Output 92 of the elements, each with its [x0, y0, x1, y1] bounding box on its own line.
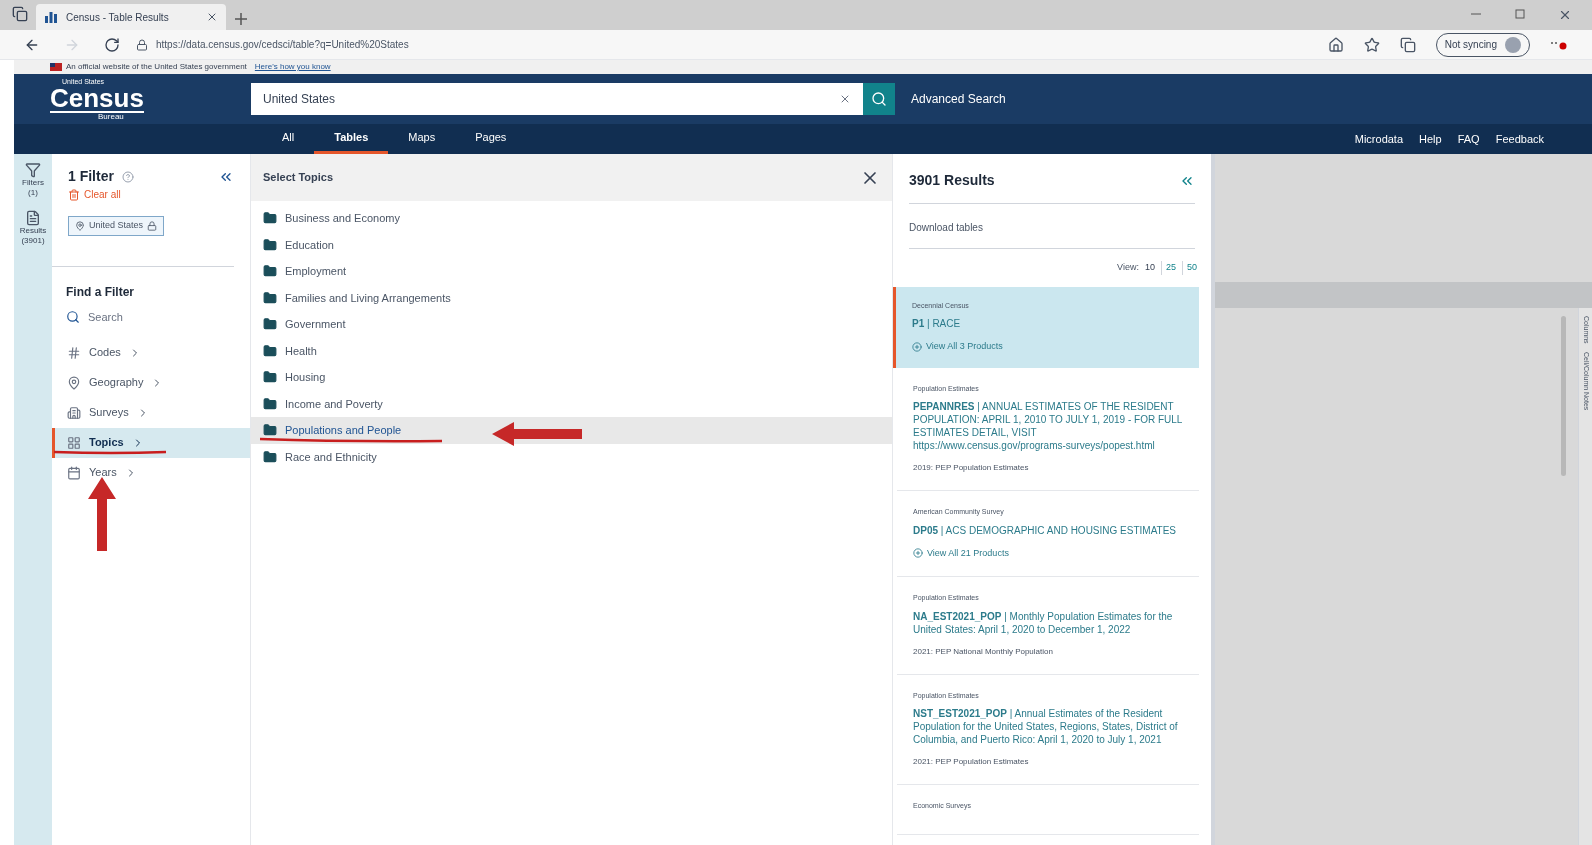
pin-icon	[75, 221, 85, 231]
panel-title: Select Topics	[263, 170, 334, 186]
grid-icon	[67, 435, 81, 450]
folder-icon	[263, 290, 277, 305]
more-icon[interactable]	[1550, 39, 1568, 50]
nav-tab[interactable]: Maps	[388, 124, 456, 154]
products-link[interactable]: View All 21 Products	[927, 546, 1009, 560]
hash-icon	[67, 345, 81, 360]
topic-item[interactable]: Housing	[251, 364, 892, 391]
clear-icon[interactable]	[839, 93, 851, 105]
table-title[interactable]: PEPANNRES | ANNUAL ESTIMATES OF THE RESIDENT POPULATION: APRIL 1, 2010 TO JULY 1, 2019 - FOR FULL ESTIMATES DETAIL, VISIT https://www.census.gov/programs-surveys/popest.html	[913, 400, 1183, 452]
topic-item[interactable]: Health	[251, 337, 892, 364]
flag-icon	[50, 63, 62, 71]
building-icon	[67, 405, 81, 420]
download-link[interactable]: Download tables	[909, 222, 983, 233]
filter-category[interactable]: Geography	[52, 367, 250, 398]
nav-link[interactable]: FAQ	[1457, 130, 1480, 148]
vintage-text: 2021: PEP Population Estimates	[913, 756, 1030, 768]
folder-icon	[263, 396, 277, 411]
folder-icon	[263, 264, 277, 279]
rail-button[interactable]: Filters (1)	[22, 162, 44, 198]
close-icon[interactable]	[1558, 8, 1572, 22]
folder-icon	[263, 237, 277, 252]
nav-link[interactable]: Help	[1419, 130, 1442, 148]
nav-tab[interactable]: All	[262, 124, 315, 154]
clear-all-button[interactable]: Clear all	[52, 187, 121, 202]
url-field[interactable]: https://data.census.gov/cedsci/table?q=United%20States	[156, 37, 409, 52]
nav-tab[interactable]: Pages	[455, 124, 527, 154]
topic-item[interactable]: Populations and People	[251, 417, 892, 444]
document-icon	[25, 210, 41, 226]
table-title[interactable]: P1 | RACE	[912, 317, 1183, 330]
results-title: 3901 Results	[909, 171, 995, 190]
nav-link[interactable]: Feedback	[1495, 130, 1544, 148]
new-tab-icon[interactable]	[234, 12, 248, 26]
search-button[interactable]	[863, 83, 895, 115]
topic-item[interactable]: Income and Poverty	[251, 390, 892, 417]
plus-icon	[913, 548, 923, 559]
table-title[interactable]: DP05 | ACS DEMOGRAPHIC AND HOUSING ESTIMATES	[913, 523, 1183, 537]
folder-icon	[263, 317, 277, 332]
table-title[interactable]: NST_EST2021_POP | Annual Estimates of the Resident Population for the United States, Regions, States, District of Columbia, and Puerto Rico: April 1, 2020 to July 1, 2021	[913, 707, 1183, 746]
page-size-option[interactable]: 10	[1142, 261, 1157, 275]
filter-category[interactable]: Codes	[52, 337, 250, 368]
restore-icon[interactable]	[1514, 8, 1526, 20]
folder-icon	[263, 343, 277, 358]
folder-icon	[263, 449, 277, 464]
close-icon[interactable]	[206, 11, 218, 23]
topic-item[interactable]: Education	[251, 231, 892, 258]
filter-category[interactable]: Years	[52, 457, 250, 488]
vintage-text: 2021: PEP National Monthly Population	[913, 645, 1054, 658]
vintage-text: 2019: PEP Population Estimates	[913, 462, 1030, 474]
filter-search-field[interactable]: Search	[88, 309, 208, 326]
plus-icon	[912, 341, 922, 352]
nav-link[interactable]: Microdata	[1354, 130, 1404, 148]
bar-chart-icon	[44, 11, 58, 23]
filter-title: 1 Filter	[68, 167, 114, 186]
favorite-icon[interactable]	[1363, 36, 1380, 53]
view-label: View:	[1117, 261, 1139, 274]
table-title[interactable]: NA_EST2021_POP | Monthly Population Estimates for the United States: April 1, 2020 to December 1, 2022	[913, 609, 1183, 636]
folder-icon	[263, 211, 277, 226]
banner-link[interactable]: Here's how you know	[254, 61, 331, 73]
pin-icon	[67, 375, 81, 390]
filter-chip[interactable]: United States	[68, 216, 165, 236]
filter-category[interactable]: Surveys	[52, 397, 250, 428]
calendar-icon	[67, 465, 81, 480]
topic-item[interactable]: Business and Economy	[251, 205, 892, 232]
browser-tab[interactable]: Census - Table Results	[36, 4, 226, 30]
products-link[interactable]: View All 3 Products	[926, 340, 1003, 354]
home-icon[interactable]	[1327, 36, 1344, 53]
site-search-field[interactable]: United States	[251, 83, 863, 115]
section-heading: Find a Filter	[65, 284, 135, 301]
banner-text: An official website of the United States government	[66, 61, 247, 73]
tab-title: Census - Table Results	[66, 10, 169, 25]
tab-actions-icon[interactable]	[12, 6, 28, 22]
collections-icon[interactable]	[1399, 36, 1416, 53]
folder-icon	[263, 423, 277, 438]
filter-icon	[25, 162, 41, 178]
page-size-option[interactable]: 25	[1160, 261, 1178, 275]
topic-item[interactable]: Race and Ethnicity	[251, 443, 892, 470]
rail-button[interactable]: Results (3901)	[19, 210, 47, 246]
search-icon[interactable]	[66, 310, 80, 325]
lock-icon	[136, 38, 148, 51]
topic-item[interactable]: Government	[251, 311, 892, 338]
folder-icon	[263, 370, 277, 385]
filter-category[interactable]: Topics	[52, 427, 250, 458]
advanced-search-link[interactable]: Advanced Search	[911, 90, 1006, 108]
lock-icon	[147, 221, 158, 231]
page-size-option[interactable]: 50	[1182, 261, 1199, 275]
topic-item[interactable]: Families and Living Arrangements	[251, 284, 892, 311]
trash-icon	[68, 188, 80, 201]
topic-item[interactable]: Employment	[251, 258, 892, 285]
reload-icon[interactable]	[104, 36, 120, 53]
search-icon	[871, 91, 887, 107]
